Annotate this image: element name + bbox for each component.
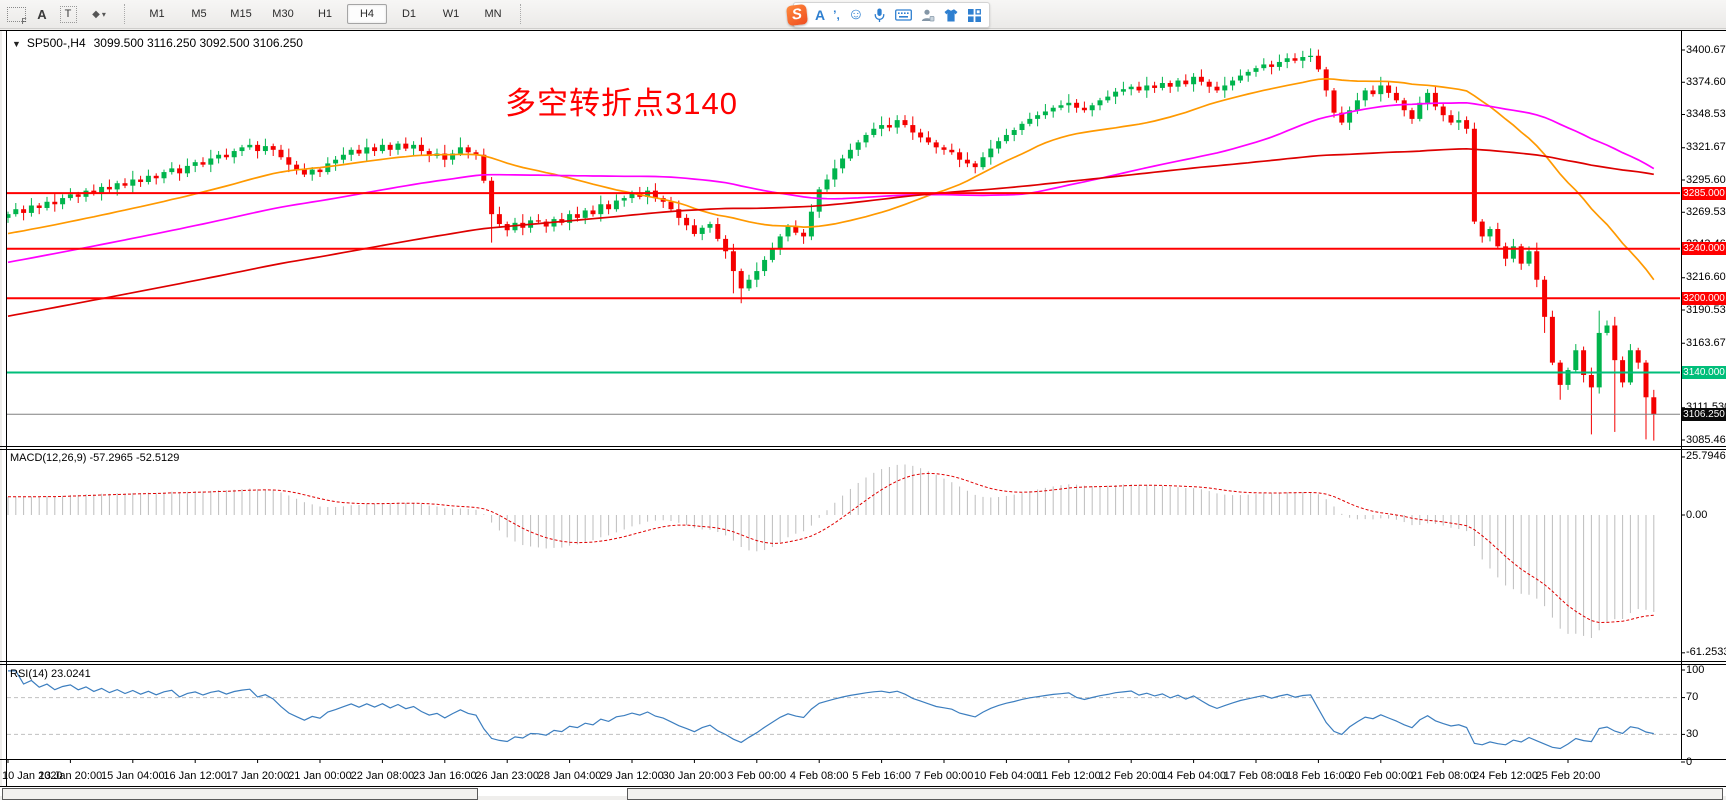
- soft-keyboard-icon[interactable]: [895, 8, 912, 22]
- timeframe-button-h1[interactable]: H1: [305, 4, 345, 24]
- bottom-strip: [0, 787, 1726, 796]
- rsi-panel-top-border[interactable]: [0, 664, 1726, 665]
- sogou-logo-icon[interactable]: S: [786, 4, 808, 26]
- chart-grid-f-icon[interactable]: F: [4, 3, 28, 25]
- emoji-icon[interactable]: ☺: [848, 5, 864, 25]
- annotation-text: 多空转折点3140: [505, 78, 738, 123]
- text-tool-icon[interactable]: T: [56, 3, 80, 25]
- timeframe-button-m5[interactable]: M5: [179, 4, 219, 24]
- timeframe-button-m1[interactable]: M1: [137, 4, 177, 24]
- account-icon[interactable]: [920, 8, 935, 23]
- collapse-triangle-icon[interactable]: ▼: [12, 39, 21, 49]
- price-axis-border: [1681, 30, 1682, 760]
- timeframe-button-d1[interactable]: D1: [389, 4, 429, 24]
- text-label-icon[interactable]: A: [30, 3, 54, 25]
- window-top-border: [0, 30, 1726, 31]
- window-left-border: [6, 30, 7, 786]
- timeframe-button-m15[interactable]: M15: [221, 4, 261, 24]
- bottom-window-fragment: [2, 788, 478, 800]
- shapes-tool-icon[interactable]: ◆ ▾: [82, 3, 116, 25]
- voice-input-icon[interactable]: [872, 7, 887, 23]
- ime-toolbar: S A ’, ☺: [793, 2, 990, 28]
- toolbox-icon[interactable]: [967, 8, 982, 23]
- rsi-indicator-label: RSI(14) 23.0241: [10, 668, 91, 680]
- timeframe-button-h4[interactable]: H4: [347, 4, 387, 24]
- timeframe-group: M1M5M15M30H1H4D1W1MN: [136, 4, 514, 24]
- chart-header: ▼ SP500-,H4 3099.500 3116.250 3092.500 310…: [12, 36, 303, 50]
- screen: { "toolbar": { "icons": [ {"name": "char…: [0, 0, 1726, 796]
- price-chart-canvas[interactable]: [0, 0, 1726, 796]
- chart-ohlc-values: 3099.500 3116.250 3092.500 3106.250: [94, 36, 303, 50]
- timeframe-button-m30[interactable]: M30: [263, 4, 303, 24]
- toolbar-separator: [520, 4, 528, 24]
- macd-panel-top-border[interactable]: [0, 449, 1726, 450]
- chart-symbol-label: SP500-,H4: [27, 36, 86, 50]
- grid-glyph: F: [7, 7, 26, 22]
- macd-indicator-label: MACD(12,26,9) -57.2965 -52.5129: [10, 452, 179, 464]
- chevron-down-icon: ▾: [102, 10, 106, 19]
- timeframe-button-mn[interactable]: MN: [473, 4, 513, 24]
- skin-icon[interactable]: [943, 8, 959, 23]
- time-axis-line: [0, 759, 1726, 760]
- punctuation-icon[interactable]: ’,: [833, 5, 840, 25]
- timeframe-button-w1[interactable]: W1: [431, 4, 471, 24]
- input-mode-icon[interactable]: A: [815, 5, 825, 25]
- bottom-window-fragment: [627, 788, 1723, 800]
- macd-panel-bottom-border: [0, 661, 1726, 662]
- toolbar-separator: [124, 4, 132, 24]
- main-panel-bottom-border: [0, 446, 1726, 447]
